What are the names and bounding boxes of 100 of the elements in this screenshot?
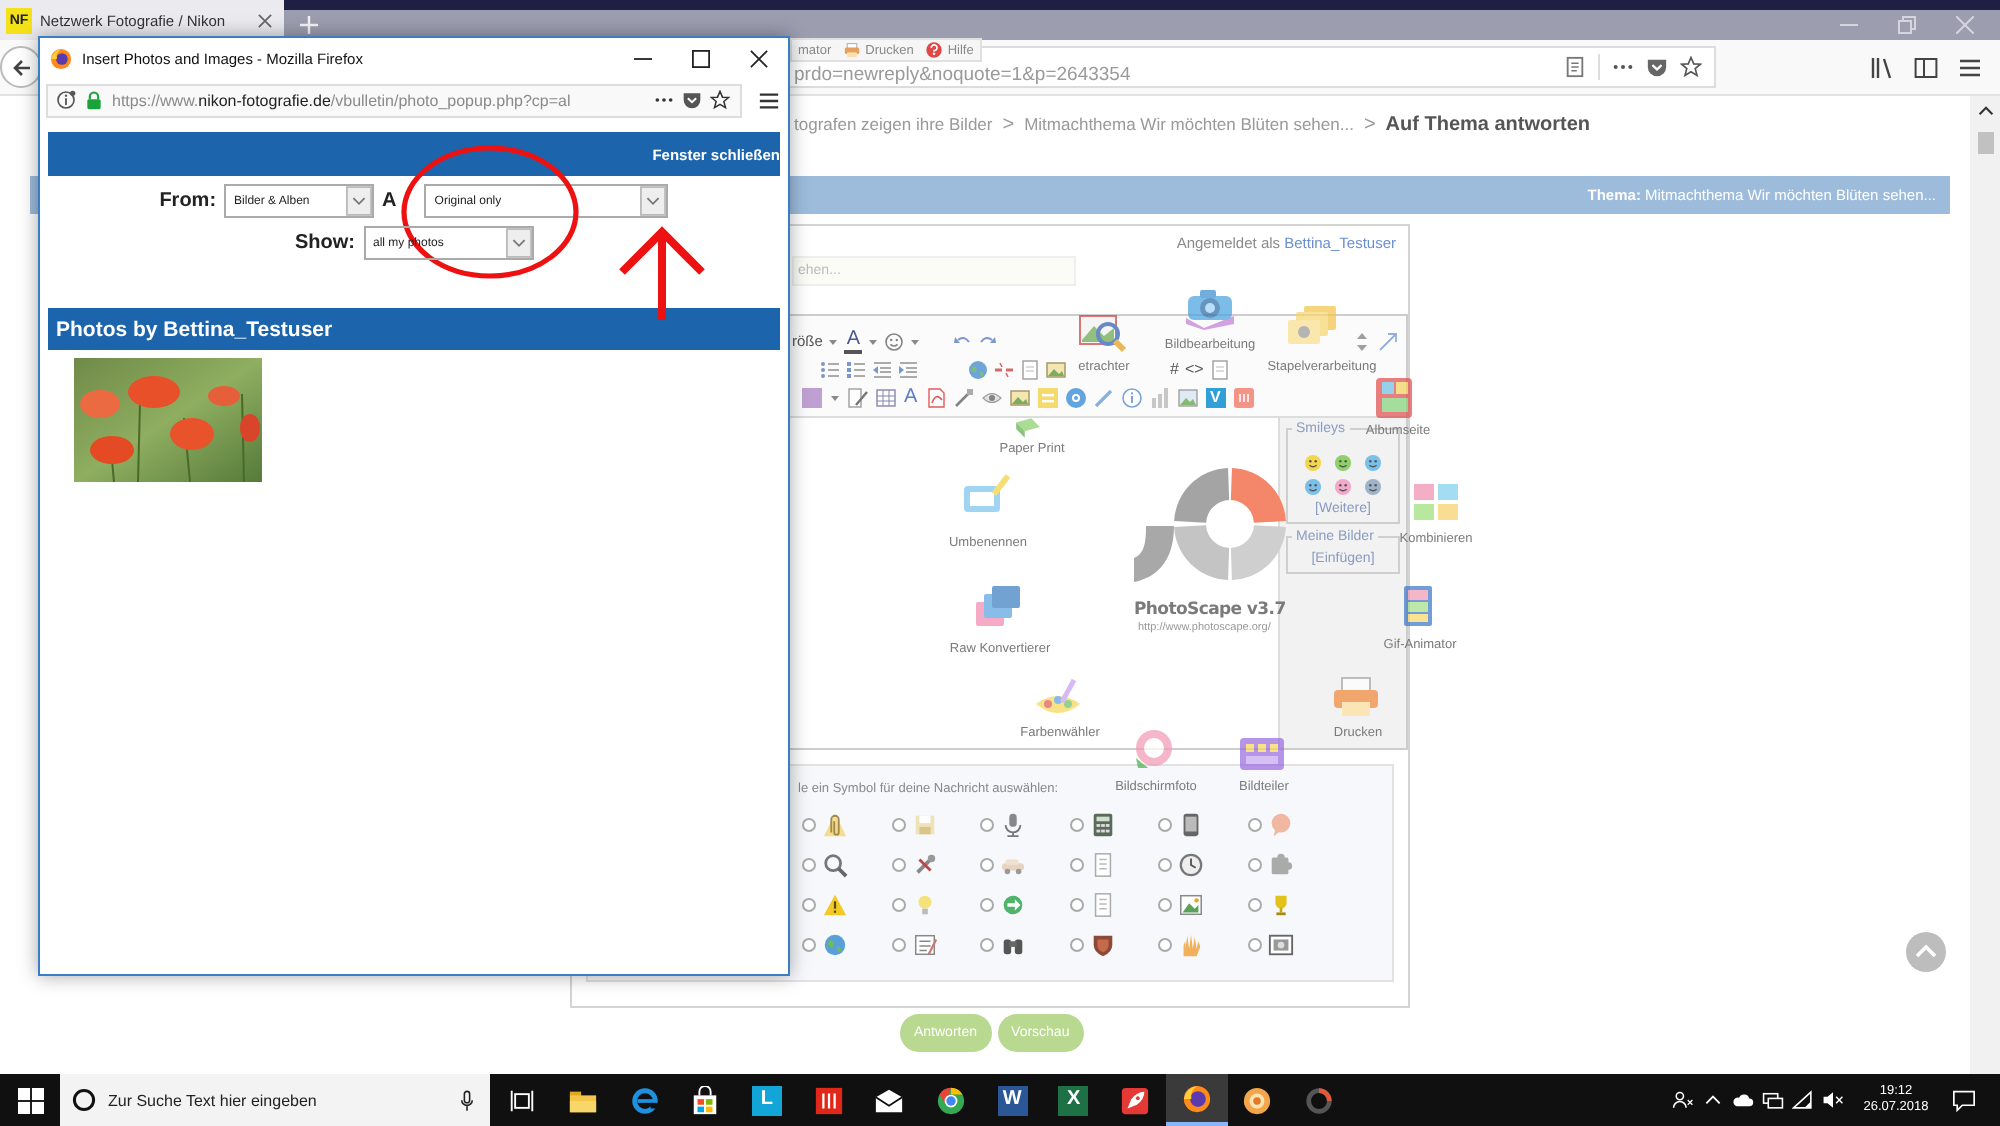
radio-button[interactable]: [891, 937, 905, 951]
menu-icon[interactable]: [1958, 55, 1982, 79]
maximize-icon[interactable]: [692, 50, 710, 68]
radio-button[interactable]: [1069, 817, 1083, 831]
radio-button[interactable]: [1069, 857, 1083, 871]
pictures-icon[interactable]: [972, 584, 1024, 628]
pen-icon[interactable]: [1093, 388, 1114, 408]
speaker-muted-icon[interactable]: [1822, 1090, 1844, 1110]
image-icon[interactable]: [1046, 360, 1066, 380]
breadcrumb-item[interactable]: tografen zeigen ihre Bilder: [794, 114, 993, 134]
library-icon[interactable]: [1870, 55, 1894, 79]
radio-button[interactable]: [1158, 857, 1172, 871]
microphone-icon[interactable]: [460, 1089, 474, 1111]
text-style-button[interactable]: A: [904, 388, 918, 408]
info-icon[interactable]: [56, 90, 76, 110]
taskbar-button[interactable]: L: [736, 1074, 798, 1126]
people-icon[interactable]: [1672, 1090, 1694, 1110]
pocket-icon[interactable]: [682, 90, 702, 110]
pencil-document-icon[interactable]: [848, 388, 868, 408]
outdent-icon[interactable]: [872, 360, 892, 380]
radio-button[interactable]: [1247, 857, 1261, 871]
code-button[interactable]: <>: [1184, 360, 1204, 380]
smiley-icon[interactable]: [1334, 454, 1352, 472]
tiles-icon[interactable]: [1410, 480, 1462, 524]
bullet-list-icon[interactable]: [820, 360, 840, 380]
scrollbar[interactable]: [1970, 96, 2000, 1074]
radio-button[interactable]: [802, 937, 816, 951]
caret-icon[interactable]: [505, 228, 531, 258]
back-button[interactable]: [0, 46, 42, 88]
picture-icon[interactable]: [1177, 388, 1198, 408]
star-icon[interactable]: [710, 90, 730, 110]
radio-button[interactable]: [891, 897, 905, 911]
scrollbar-thumb[interactable]: [1977, 132, 1993, 154]
scroll-up-icon[interactable]: [1906, 932, 1946, 972]
radio-button[interactable]: [980, 857, 994, 871]
radio-button[interactable]: [891, 857, 905, 871]
plus-icon[interactable]: [300, 15, 318, 33]
caret-icon[interactable]: [346, 186, 373, 216]
caret-icon[interactable]: [640, 186, 667, 216]
font-color-button[interactable]: A: [844, 330, 863, 354]
radio-button[interactable]: [891, 817, 905, 831]
bars-icon[interactable]: [1233, 388, 1254, 408]
radio-button[interactable]: [1247, 897, 1261, 911]
breadcrumb-item[interactable]: Mitmachthema Wir möchten Blüten sehen...: [1024, 114, 1354, 134]
color-swatch-icon[interactable]: [802, 388, 822, 408]
document-icon[interactable]: [1209, 360, 1230, 380]
video-button[interactable]: V: [1205, 388, 1226, 408]
wifi-icon[interactable]: [1792, 1090, 1814, 1110]
magnifier-photo-icon[interactable]: [1076, 310, 1128, 354]
radio-button[interactable]: [980, 897, 994, 911]
radio-button[interactable]: [980, 937, 994, 951]
smiley-icon[interactable]: [1334, 478, 1352, 496]
radio-button[interactable]: [1069, 897, 1083, 911]
address-field[interactable]: https://www.nikon-fotografie.de/vbulletin/photo_popup.php?cp=al: [46, 83, 742, 117]
taskbar-button[interactable]: [1165, 1074, 1228, 1126]
broken-link-icon[interactable]: [994, 360, 1014, 380]
eye-icon[interactable]: [981, 388, 1002, 408]
smiley-icon[interactable]: [1364, 478, 1382, 496]
sidebar-icon[interactable]: [1914, 55, 1938, 79]
pdf-icon[interactable]: [925, 388, 946, 408]
radio-button[interactable]: [1158, 897, 1172, 911]
smiley-icon[interactable]: [1364, 454, 1382, 472]
stacked-photos-icon[interactable]: [1286, 304, 1338, 348]
paper-sheet-icon[interactable]: [1014, 416, 1042, 440]
reader-view-icon[interactable]: [1564, 56, 1586, 78]
radio-button[interactable]: [980, 817, 994, 831]
flower-photo[interactable]: [74, 358, 262, 482]
document-icon[interactable]: [1020, 360, 1040, 380]
restore-icon[interactable]: [1898, 15, 1916, 33]
indent-icon[interactable]: [898, 360, 918, 380]
cloud-icon[interactable]: [1732, 1090, 1754, 1110]
radio-button[interactable]: [1158, 817, 1172, 831]
table-icon[interactable]: [876, 388, 896, 408]
printer-icon[interactable]: [1330, 674, 1382, 718]
bar-chart-icon[interactable]: [1149, 388, 1170, 408]
brush-icon[interactable]: [953, 388, 974, 408]
notification-icon[interactable]: [1952, 1089, 1976, 1111]
numbered-list-icon[interactable]: [846, 360, 866, 380]
pocket-icon[interactable]: [1646, 56, 1668, 78]
radio-button[interactable]: [802, 897, 816, 911]
task-view-icon[interactable]: [509, 1089, 533, 1111]
menu-icon[interactable]: [758, 89, 780, 111]
taskbar-button[interactable]: X: [1043, 1074, 1105, 1126]
resize-icon[interactable]: [1378, 332, 1398, 352]
network-icon[interactable]: [1762, 1090, 1784, 1110]
radio-button[interactable]: [1158, 937, 1172, 951]
image-icon[interactable]: [1009, 388, 1030, 408]
disc-icon[interactable]: [1065, 388, 1086, 408]
smiley-icon[interactable]: [884, 332, 905, 352]
smiley-icon[interactable]: [1304, 478, 1322, 496]
close-icon[interactable]: [750, 50, 768, 68]
chevron-up-icon[interactable]: [1977, 106, 1993, 116]
radio-button[interactable]: [802, 817, 816, 831]
camera-icon[interactable]: [1184, 286, 1236, 330]
radio-button[interactable]: [1069, 937, 1083, 951]
radio-button[interactable]: [1247, 817, 1261, 831]
hash-button[interactable]: #: [1170, 360, 1179, 380]
star-icon[interactable]: [1680, 56, 1702, 78]
radio-button[interactable]: [1247, 937, 1261, 951]
card-pen-icon[interactable]: [960, 472, 1012, 516]
